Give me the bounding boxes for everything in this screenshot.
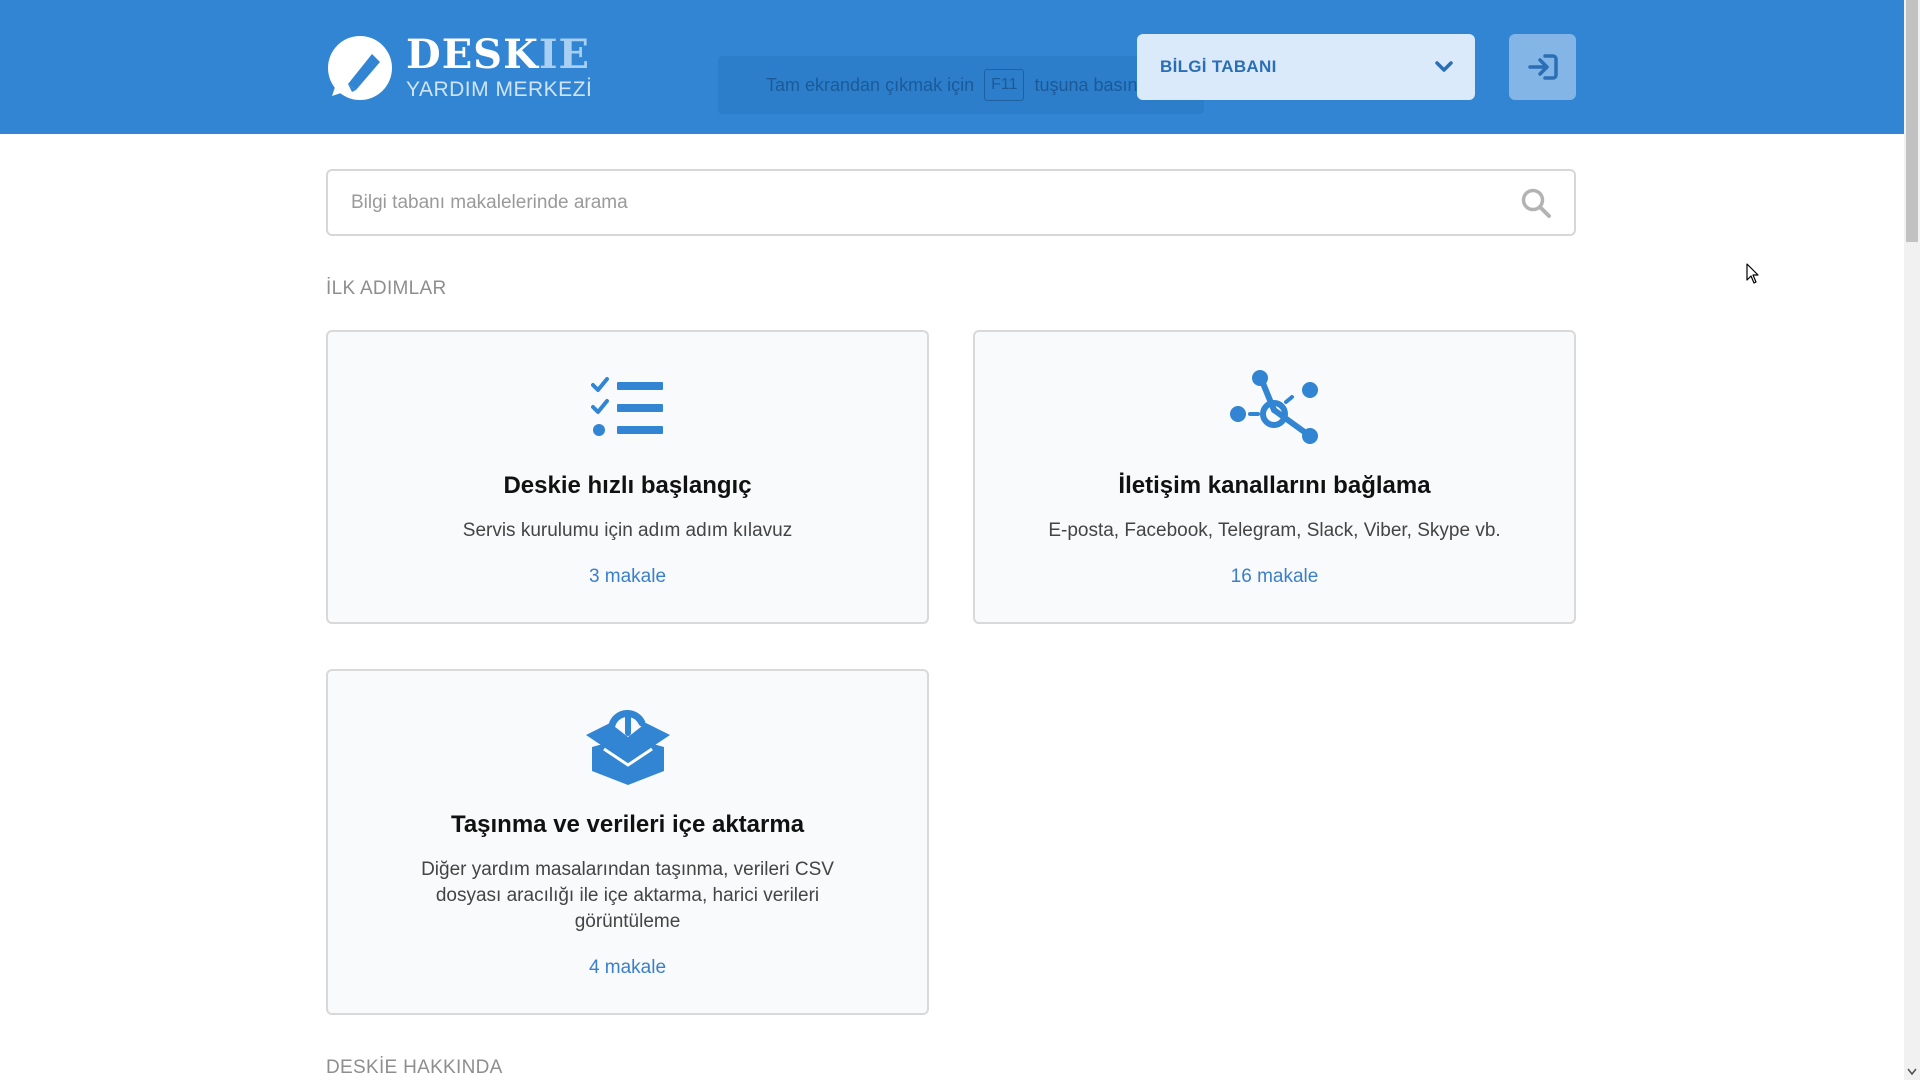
f11-key-badge: F11	[984, 69, 1025, 101]
login-button[interactable]	[1509, 34, 1576, 100]
category-card-quick-start[interactable]: Deskie hızlı başlangıç Servis kurulumu i…	[326, 330, 929, 624]
search-icon[interactable]	[1520, 187, 1552, 219]
checklist-icon	[590, 377, 663, 436]
deskie-logo[interactable]: DESKIE YARDIM MERKEZİ	[326, 34, 592, 102]
card-article-count-link[interactable]: 3 makale	[328, 566, 927, 588]
mouse-cursor-icon	[1746, 263, 1759, 284]
card-description: Diğer yardım masalarından taşınma, veril…	[421, 859, 834, 932]
section-title-first-steps: İLK ADIMLAR	[326, 278, 447, 299]
scroll-down-arrow-icon[interactable]	[1906, 1064, 1918, 1080]
category-card-channels[interactable]: İletişim kanallarını bağlama E-posta, Fa…	[973, 330, 1576, 624]
logo-chat-bubble-icon	[328, 36, 392, 100]
fullscreen-exit-hint: Tam ekrandan çıkmak için F11 tuşuna bası…	[718, 56, 1204, 114]
card-title: Taşınma ve verileri içe aktarma	[450, 811, 805, 838]
knowledge-base-dropdown[interactable]: BİLGİ TABANI	[1137, 34, 1475, 100]
sign-in-icon	[1527, 54, 1558, 80]
chevron-down-icon	[1435, 61, 1453, 72]
card-title: Deskie hızlı başlangıç	[503, 472, 752, 499]
card-article-count-link[interactable]: 16 makale	[975, 566, 1574, 588]
card-title: İletişim kanallarını bağlama	[1118, 472, 1431, 499]
category-card-migration[interactable]: Taşınma ve verileri içe aktarma Diğer ya…	[326, 669, 929, 1015]
kb-search-input[interactable]	[328, 171, 1520, 234]
knowledge-base-dropdown-label: BİLGİ TABANI	[1160, 57, 1277, 76]
card-description: E-posta, Facebook, Telegram, Slack, Vibe…	[1048, 520, 1501, 541]
top-header: DESKIE YARDIM MERKEZİ Tam ekrandan çıkma…	[0, 0, 1904, 134]
card-article-count-link[interactable]: 4 makale	[328, 957, 927, 979]
kb-search-box	[326, 169, 1576, 236]
card-description: Servis kurulumu için adım adım kılavuz	[462, 520, 793, 541]
scrollbar-thumb[interactable]	[1906, 0, 1918, 242]
logo-subtitle: YARDIM MERKEZİ	[406, 78, 593, 101]
logo-wordmark: DESKIE	[406, 31, 591, 78]
open-box-icon	[585, 710, 670, 785]
section-title-about-deskie: DESKİE HAKKINDA	[326, 1057, 503, 1078]
network-icon	[1229, 370, 1318, 444]
